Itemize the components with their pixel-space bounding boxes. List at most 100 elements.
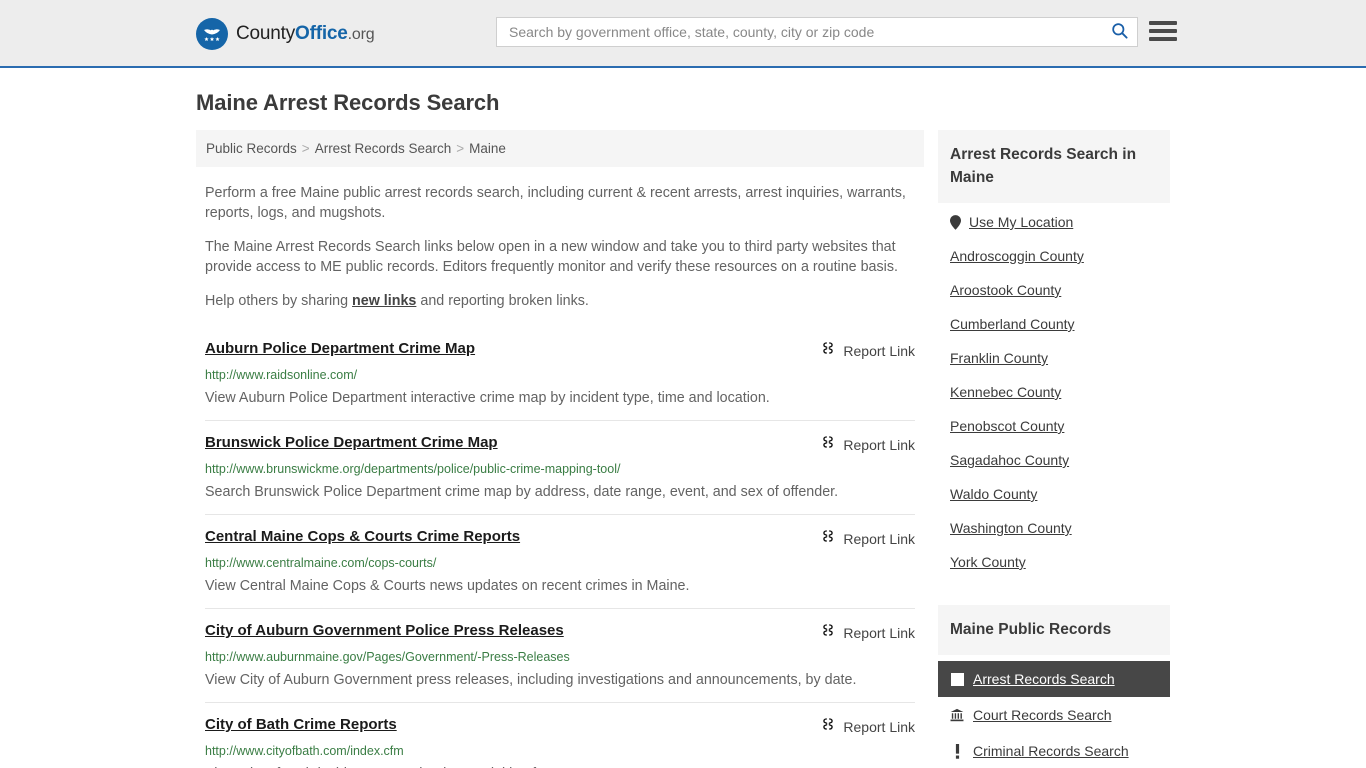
result-description: View City of Auburn Government press rel…: [205, 672, 857, 688]
result-header: Brunswick Police Department Crime Map Re…: [205, 433, 915, 455]
result-url[interactable]: http://www.brunswickme.org/departments/p…: [205, 461, 915, 477]
sidebar-item-york-county[interactable]: York County: [938, 545, 1170, 579]
brand-office-text: Office: [295, 23, 348, 44]
page-title: Maine Arrest Records Search: [196, 90, 500, 115]
site-header: CountyOffice.org: [0, 0, 1366, 68]
content-columns: Public Records > Arrest Records Search > Mai…: [196, 130, 1170, 768]
sidebar-item-label: Criminal Records Search: [973, 743, 1129, 759]
report-link-button[interactable]: Report Link: [820, 527, 915, 549]
courthouse-icon: [950, 708, 964, 722]
result-title-link[interactable]: City of Auburn Government Police Press R…: [205, 621, 564, 640]
sidebar-item-waldo-county[interactable]: Waldo County: [938, 477, 1170, 511]
report-link-button[interactable]: Report Link: [820, 715, 915, 737]
report-link-label: Report Link: [843, 342, 915, 359]
search-button[interactable]: [1108, 21, 1131, 43]
sidebar-counties-title: Arrest Records Search in Maine: [938, 130, 1170, 203]
sidebar-item-franklin-county[interactable]: Franklin County: [938, 341, 1170, 375]
result-header: Auburn Police Department Crime Map Repor…: [205, 339, 915, 361]
sidebar-item-label: Use My Location: [969, 214, 1074, 230]
hamburger-menu-icon[interactable]: [1149, 19, 1177, 43]
sidebar-item-cumberland-county[interactable]: Cumberland County: [938, 307, 1170, 341]
report-link-button[interactable]: Report Link: [820, 621, 915, 643]
white-square-icon: [950, 672, 964, 686]
result-description: View City of Bath incident reports by da…: [205, 764, 915, 768]
sidebar-item-arrest-records-search[interactable]: Arrest Records Search: [938, 661, 1170, 697]
result-url[interactable]: http://www.cityofbath.com/index.cfm: [205, 743, 915, 759]
new-links-link[interactable]: new links: [352, 293, 416, 309]
search-icon: [1110, 21, 1129, 43]
search-bar[interactable]: [496, 17, 1138, 47]
sidebar-item-use-my-location[interactable]: Use My Location: [938, 205, 1170, 239]
sidebar-item-criminal-records-search[interactable]: Criminal Records Search: [938, 733, 1170, 768]
sidebar-item-label: Androscoggin County: [950, 248, 1084, 264]
search-input[interactable]: [507, 23, 1108, 41]
broken-link-icon: [820, 716, 836, 737]
brand-wordmark: CountyOffice.org: [236, 23, 375, 45]
table-row: Auburn Police Department Crime Map Repor…: [205, 325, 915, 420]
breadcrumb: Public Records > Arrest Records Search > Mai…: [196, 130, 924, 167]
sidebar-public-records-box: Maine Public Records Arrest Records Sear…: [938, 605, 1170, 768]
sidebar-item-washington-county[interactable]: Washington County: [938, 511, 1170, 545]
main-content: Public Records > Arrest Records Search > Mai…: [196, 130, 924, 768]
sidebar-item-penobscot-county[interactable]: Penobscot County: [938, 409, 1170, 443]
sidebar-item-aroostook-county[interactable]: Aroostook County: [938, 273, 1170, 307]
sidebar-item-label: Waldo County: [950, 486, 1038, 502]
breadcrumb-separator: >: [456, 141, 465, 156]
result-title-link[interactable]: Central Maine Cops & Courts Crime Report…: [205, 527, 520, 546]
result-url[interactable]: http://www.raidsonline.com/: [205, 367, 915, 383]
report-link-button[interactable]: Report Link: [820, 433, 915, 455]
report-link-label: Report Link: [843, 530, 915, 547]
table-row: Central Maine Cops & Courts Crime Report…: [205, 514, 915, 608]
breadcrumb-item-arrest-records-search[interactable]: Arrest Records Search: [315, 141, 452, 156]
brand-county-text: County: [236, 23, 296, 44]
brand-org-text: .org: [347, 26, 375, 43]
report-link-label: Report Link: [843, 436, 915, 453]
sidebar-item-label: Aroostook County: [950, 282, 1062, 298]
sidebar-item-sagadahoc-county[interactable]: Sagadahoc County: [938, 443, 1170, 477]
sidebar-item-label: Penobscot County: [950, 418, 1065, 434]
report-link-label: Report Link: [843, 624, 915, 641]
page-container: Maine Arrest Records Search Public Recor…: [0, 90, 1366, 768]
intro-p3-after: and reporting broken links.: [416, 293, 589, 309]
sidebar-item-kennebec-county[interactable]: Kennebec County: [938, 375, 1170, 409]
table-row: City of Auburn Government Police Press R…: [205, 608, 915, 702]
result-title-link[interactable]: City of Bath Crime Reports: [205, 715, 397, 734]
result-title-link[interactable]: Brunswick Police Department Crime Map: [205, 433, 498, 452]
breadcrumb-separator: >: [301, 141, 310, 156]
result-description: Search Brunswick Police Department crime…: [205, 484, 839, 500]
report-link-label: Report Link: [843, 718, 915, 735]
result-header: City of Bath Crime Reports Report Link: [205, 715, 915, 737]
sidebar-item-label: Kennebec County: [950, 384, 1062, 400]
table-row: Brunswick Police Department Crime Map Re…: [205, 420, 915, 514]
site-logo-brand[interactable]: CountyOffice.org: [196, 18, 375, 50]
sidebar-item-androscoggin-county[interactable]: Androscoggin County: [938, 239, 1170, 273]
sidebar-item-court-records-search[interactable]: Court Records Search: [938, 697, 1170, 733]
report-link-button[interactable]: Report Link: [820, 339, 915, 361]
sidebar-item-label: Franklin County: [950, 350, 1049, 366]
sidebar-item-label: Washington County: [950, 520, 1072, 536]
broken-link-icon: [820, 340, 836, 361]
result-url[interactable]: http://www.centralmaine.com/cops-courts/: [205, 555, 915, 571]
result-header: Central Maine Cops & Courts Crime Report…: [205, 527, 915, 549]
table-row: City of Bath Crime Reports Report Link h…: [205, 702, 915, 768]
intro-p3-before: Help others by sharing: [205, 293, 353, 309]
results-list: Auburn Police Department Crime Map Repor…: [196, 325, 924, 768]
eagle-shield-logo: [196, 18, 228, 50]
result-title-link[interactable]: Auburn Police Department Crime Map: [205, 339, 475, 358]
map-pin-icon: [950, 214, 961, 230]
sidebar-item-label: York County: [950, 554, 1026, 570]
sidebar: Arrest Records Search in Maine Use My Lo…: [938, 130, 1170, 768]
broken-link-icon: [820, 528, 836, 549]
result-header: City of Auburn Government Police Press R…: [205, 621, 915, 643]
intro-text: Perform a free Maine public arrest recor…: [196, 183, 924, 311]
intro-paragraph-1: Perform a free Maine public arrest recor…: [205, 185, 906, 221]
breadcrumb-item-public-records[interactable]: Public Records: [206, 141, 297, 156]
broken-link-icon: [820, 622, 836, 643]
sidebar-records-title: Maine Public Records: [938, 605, 1170, 655]
sidebar-county-links: Use My Location Androscoggin County Aroo…: [938, 205, 1170, 579]
result-description: View Central Maine Cops & Courts news up…: [205, 578, 690, 594]
result-description: View Auburn Police Department interactiv…: [205, 390, 770, 406]
intro-paragraph-2: The Maine Arrest Records Search links be…: [205, 239, 898, 275]
sidebar-item-label: Arrest Records Search: [973, 671, 1115, 687]
result-url[interactable]: http://www.auburnmaine.gov/Pages/Governm…: [205, 649, 915, 665]
